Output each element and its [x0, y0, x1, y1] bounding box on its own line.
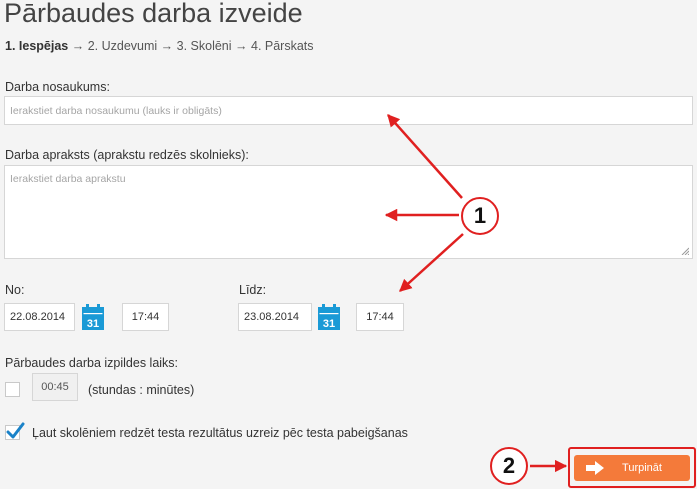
annotation-badge-2: 2	[490, 447, 528, 485]
annotation-badge-1: 1	[461, 197, 499, 235]
arrow-to-name	[387, 114, 463, 199]
annotation-arrows	[384, 114, 568, 473]
arrow-to-dates	[399, 233, 464, 292]
